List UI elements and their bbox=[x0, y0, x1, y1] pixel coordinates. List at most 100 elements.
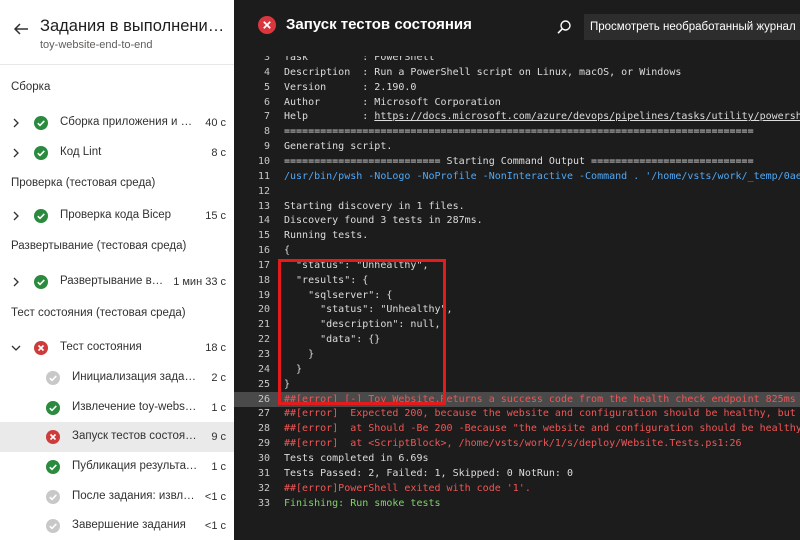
log-text: "sqlserver": { bbox=[284, 289, 393, 301]
log-line-number: 26 bbox=[257, 393, 270, 405]
log-line-text: } bbox=[284, 347, 314, 362]
log-line-number: 17 bbox=[257, 259, 270, 271]
log-line: 30 Tests completed in 6.69s bbox=[234, 451, 800, 466]
log-line-number: 7 bbox=[263, 111, 270, 123]
chevron-right-icon[interactable] bbox=[10, 276, 22, 288]
log-line: 15 Running tests. bbox=[234, 228, 800, 243]
log-line: 9 Generating script. bbox=[234, 139, 800, 154]
log-line-number: 32 bbox=[257, 482, 270, 494]
log-line-text: "sqlserver": { bbox=[284, 288, 392, 303]
chevron-right-icon[interactable] bbox=[10, 210, 22, 222]
log-text: Running tests. bbox=[284, 230, 369, 242]
log-text: ##[error] at <ScriptBlock>, /home/vsts/w… bbox=[284, 438, 742, 450]
job-row-smoke-test[interactable]: Тест состояния 18 с bbox=[0, 333, 234, 363]
job-list-panel: Задания в выполнении... toy-website-end-… bbox=[0, 0, 234, 540]
log-text: Tests Passed: 2, Failed: 1, Skipped: 0 N… bbox=[284, 467, 573, 479]
step-row-post-checkout[interactable]: После задания: извлече... <1 с bbox=[0, 482, 234, 512]
log-line: 23 } bbox=[234, 347, 800, 362]
job-row-build-app[interactable]: Сборка приложения и дан... 40 с bbox=[0, 108, 234, 138]
log-line-text: Help : https://docs.microsoft.com/azure/… bbox=[284, 109, 800, 124]
chevron-right-icon[interactable] bbox=[10, 117, 22, 129]
pending-icon bbox=[46, 519, 60, 533]
log-line-number: 14 bbox=[257, 215, 270, 227]
job-duration: 1 мин 33 с bbox=[173, 276, 226, 288]
log-text: Help : bbox=[284, 111, 375, 123]
log-line-number: 22 bbox=[257, 334, 270, 346]
log-line-text: Description : Run a PowerShell script on… bbox=[284, 65, 681, 80]
log-line-text: "results": { bbox=[284, 273, 368, 288]
log-line-text: Running tests. bbox=[284, 228, 368, 243]
log-text: "results": { bbox=[284, 274, 369, 286]
job-label: Код Lint bbox=[60, 146, 102, 158]
help-link[interactable]: https://docs.microsoft.com/azure/devops/… bbox=[374, 111, 800, 122]
step-duration: 9 с bbox=[211, 431, 226, 443]
log-text: ##[error]PowerShell exited with code '1'… bbox=[284, 482, 531, 494]
log-line: 10 ========================== Starting Co… bbox=[234, 154, 800, 169]
log-line-number: 15 bbox=[257, 230, 270, 242]
search-icon[interactable] bbox=[556, 19, 572, 35]
job-label: Проверка кода Bicep bbox=[60, 209, 172, 221]
back-arrow-icon[interactable] bbox=[12, 20, 30, 38]
log-line-number: 24 bbox=[257, 363, 270, 375]
job-row-bicep-validate[interactable]: Проверка кода Bicep 15 с bbox=[0, 201, 234, 231]
log-line-text: /usr/bin/pwsh -NoLogo -NoProfile -NonInt… bbox=[284, 169, 800, 184]
step-row-checkout[interactable]: Извлечение toy-website-... 1 с bbox=[0, 393, 234, 423]
log-line: 13 Starting discovery in 1 files. bbox=[234, 199, 800, 214]
step-row-publish-results[interactable]: Публикация результатов... 1 с bbox=[0, 452, 234, 482]
log-line-text: Author : Microsoft Corporation bbox=[284, 95, 501, 110]
log-line: 21 "description": null, bbox=[234, 317, 800, 332]
log-line: 22 "data": {} bbox=[234, 332, 800, 347]
log-line: 8 =======================================… bbox=[234, 124, 800, 139]
step-row-finalize[interactable]: Завершение задания <1 с bbox=[0, 511, 234, 540]
stage-label-smoke-test: Тест состояния (тестовая среда) bbox=[11, 307, 186, 319]
log-line-number: 33 bbox=[257, 497, 270, 509]
log-text: Finishing: Run smoke tests bbox=[284, 497, 441, 509]
log-line-text: Discovery found 3 tests in 287ms. bbox=[284, 213, 483, 228]
log-line-text: ##[error]PowerShell exited with code '1'… bbox=[284, 481, 531, 496]
log-text: "data": {} bbox=[284, 334, 381, 346]
divider bbox=[0, 64, 234, 65]
log-line-text: } bbox=[284, 377, 290, 392]
job-label: Тест состояния bbox=[60, 341, 142, 353]
log-line-number: 19 bbox=[257, 289, 270, 301]
log-line-number: 8 bbox=[263, 126, 270, 138]
log-line-text: ##[error] at Should -Be 200 -Because "th… bbox=[284, 421, 800, 436]
log-line: 29 ##[error] at <ScriptBlock>, /home/vsts… bbox=[234, 436, 800, 451]
log-line-number: 31 bbox=[257, 467, 270, 479]
log-line-number: 11 bbox=[257, 170, 270, 182]
log-line-number: 9 bbox=[263, 141, 270, 153]
chevron-down-icon[interactable] bbox=[10, 342, 22, 354]
success-icon bbox=[34, 209, 48, 223]
log-line-number: 25 bbox=[257, 378, 270, 390]
log-line-text: "data": {} bbox=[284, 332, 380, 347]
failed-status-icon bbox=[258, 16, 276, 34]
log-line-text: ========================================… bbox=[284, 124, 754, 139]
log-line-text: "status": "Unhealthy", bbox=[284, 258, 428, 273]
log-line: 11/usr/bin/pwsh -NoLogo -NoProfile -NonI… bbox=[234, 169, 800, 184]
log-line: 28 ##[error] at Should -Be 200 -Because "… bbox=[234, 421, 800, 436]
log-line-number: 21 bbox=[257, 319, 270, 331]
step-label: Публикация результатов... bbox=[72, 460, 198, 472]
success-icon bbox=[46, 460, 60, 474]
step-row-initialize[interactable]: Инициализация задания 2 с bbox=[0, 363, 234, 393]
log-line-text: ##[error] [-] Toy Website.Returns a succ… bbox=[284, 392, 800, 407]
step-title: Запуск тестов состояния bbox=[286, 16, 472, 33]
chevron-right-icon[interactable] bbox=[10, 147, 22, 159]
log-text: Author : Microsoft Corporation bbox=[284, 96, 501, 108]
job-row-lint[interactable]: Код Lint 8 с bbox=[0, 138, 234, 168]
log-line-text: Starting discovery in 1 files. bbox=[284, 199, 465, 214]
step-row-run-smoke-tests[interactable]: Запуск тестов состояния 9 с bbox=[0, 422, 234, 452]
log-line-number: 12 bbox=[257, 185, 270, 197]
job-row-deploy-website[interactable]: Развертывание веб... 1 мин 33 с bbox=[0, 267, 234, 297]
step-duration: 2 с bbox=[211, 372, 226, 384]
log-line: 27 ##[error] Expected 200, because the we… bbox=[234, 406, 800, 421]
failed-icon bbox=[34, 341, 48, 355]
step-duration: <1 с bbox=[204, 520, 226, 532]
failed-icon bbox=[46, 430, 60, 444]
log-output: 3 Task : PowerShell 4 Description : Run a P… bbox=[234, 56, 800, 540]
log-text: Tests completed in 6.69s bbox=[284, 452, 429, 464]
log-line: 4 Description : Run a PowerShell script o… bbox=[234, 65, 800, 80]
job-label: Сборка приложения и дан... bbox=[60, 116, 194, 128]
view-raw-log-button[interactable]: Просмотреть необработанный журнал bbox=[584, 14, 800, 40]
log-line-number: 20 bbox=[257, 304, 270, 316]
